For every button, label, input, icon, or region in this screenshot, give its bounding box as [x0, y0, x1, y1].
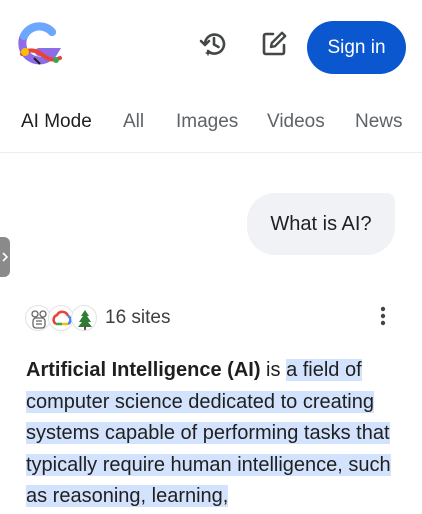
tab-ai-mode[interactable]: AI Mode: [21, 111, 92, 133]
edit-icon[interactable]: [258, 28, 290, 60]
google-logo[interactable]: [12, 22, 64, 68]
tab-videos[interactable]: Videos: [267, 111, 325, 133]
side-panel-handle[interactable]: [0, 237, 10, 277]
sources-count: 16 sites: [105, 307, 171, 328]
more-options-icon[interactable]: [372, 303, 394, 329]
stanford-tree-icon: [71, 305, 97, 331]
history-icon[interactable]: [198, 28, 230, 60]
search-mode-tabs: AI Mode All Images Videos News: [0, 95, 422, 153]
header: Sign in: [0, 0, 422, 95]
chevron-right-icon: [2, 252, 9, 262]
tab-news[interactable]: News: [355, 111, 403, 133]
tab-all[interactable]: All: [123, 111, 144, 133]
sign-in-button[interactable]: Sign in: [307, 21, 406, 74]
sources-chip[interactable]: 16 sites: [25, 302, 170, 334]
user-query-bubble: What is AI?: [247, 193, 395, 255]
source-favicons: [25, 303, 101, 333]
answer-term: Artificial Intelligence (AI): [26, 359, 261, 381]
answer-connector: is: [266, 359, 281, 381]
answer-highlighted-definition[interactable]: a field of computer science dedicated to…: [26, 359, 391, 507]
ai-answer-text: Artificial Intelligence (AI) is a field …: [26, 355, 398, 513]
tab-images[interactable]: Images: [176, 111, 238, 133]
